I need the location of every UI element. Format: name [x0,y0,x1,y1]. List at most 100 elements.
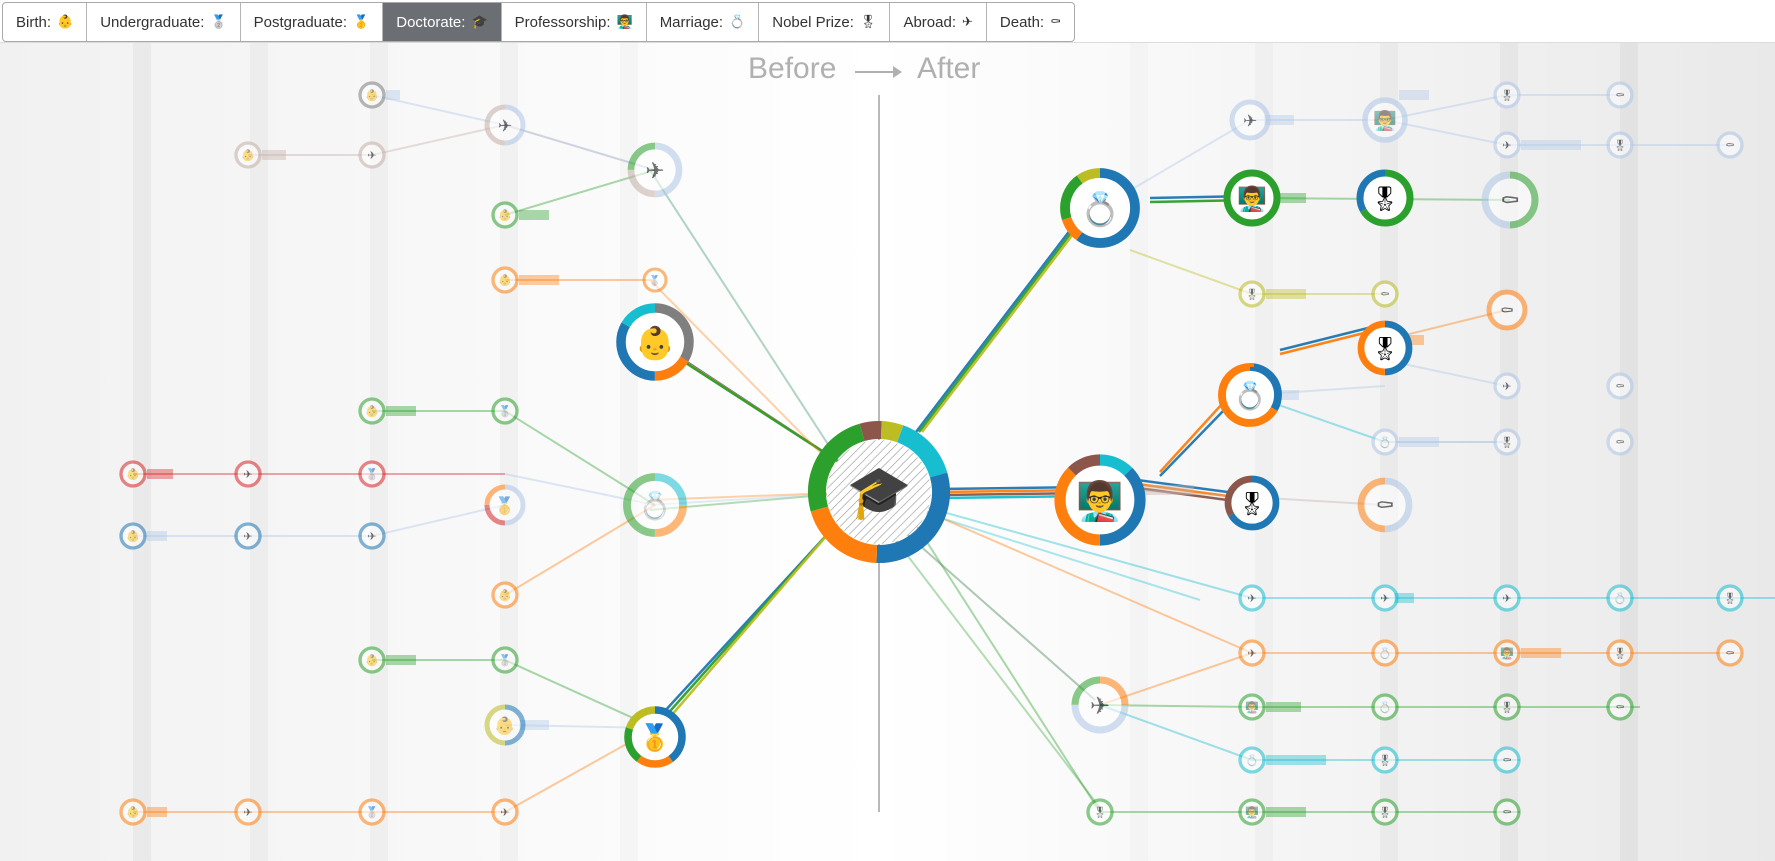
professorship-icon: 👨‍🏫 [616,14,633,29]
nobel-medal-icon: 🎖 [1500,89,1514,102]
abr-event-node[interactable]: ✈ [358,141,386,169]
birth-event-node[interactable]: 👶 [491,266,519,294]
tab-undergraduate[interactable]: Undergraduate: 🥈 [87,3,241,41]
mar-event-node[interactable]: 💍 [1371,693,1399,721]
nob-event-node[interactable]: 🎖 [1357,320,1413,376]
tab-birth[interactable]: Birth: 👶 [3,3,88,41]
mar-event-node[interactable]: 💍 [1371,428,1399,456]
baby-icon: 👶 [365,405,379,418]
mar-event-node[interactable]: 💍 [1371,639,1399,667]
silver-medal-icon: 🥈 [365,468,379,481]
abr-event-node[interactable]: ✈ [1493,372,1521,400]
prof-event-node[interactable]: 👨‍🏫 [1054,454,1146,546]
ug-event-node[interactable]: 🥈 [358,460,386,488]
abr-event-node[interactable]: ✈ [1229,99,1271,141]
abr-event-node[interactable]: ✈ [1238,639,1266,667]
mar-event-node[interactable]: 💍 [1606,584,1634,612]
silver-medal-icon: 🥈 [365,806,379,819]
mar-event-node[interactable]: 💍 [1238,746,1266,774]
birth-event-node[interactable]: 👶 [358,397,386,425]
tab-doctorate[interactable]: Doctorate: 🎓 [383,3,502,41]
dth-event-node[interactable]: ⚰ [1716,131,1744,159]
silver-medal-icon: 🥈 [498,405,512,418]
prof-event-node[interactable]: 👨‍🏫 [1238,798,1266,826]
birth-event-node[interactable]: 👶 [119,460,147,488]
nob-event-node[interactable]: 🎖 [1716,584,1744,612]
abr-event-node[interactable]: ✈ [234,798,262,826]
nob-event-node[interactable]: 🎖 [1086,798,1114,826]
abr-event-node[interactable]: ✈ [1493,584,1521,612]
coffin-icon: ⚰ [1502,806,1511,819]
abr-event-node[interactable]: ✈ [1371,584,1399,612]
tab-death[interactable]: Death: ⚰ [987,3,1074,41]
dth-event-node[interactable]: ⚰ [1481,171,1539,229]
coffin-icon: ⚰ [1615,436,1624,449]
airplane-icon: ✈ [1090,692,1110,720]
ug-event-node[interactable]: 🥈 [491,646,519,674]
mar-event-node[interactable]: 💍 [1218,363,1282,427]
dth-event-node[interactable]: ⚰ [1486,289,1528,331]
abr-event-node[interactable]: ✈ [491,798,519,826]
prof-event-node[interactable]: 👨‍🏫 [1238,693,1266,721]
nob-event-node[interactable]: 🎖 [1606,639,1634,667]
birth-event-node[interactable]: 👶 [119,522,147,550]
ug-event-node[interactable]: 🥈 [491,397,519,425]
tab-nobel prize[interactable]: Nobel Prize: 🎖 [759,3,891,41]
prof-event-node[interactable]: 👨‍🏫 [1493,639,1521,667]
gold-medal-icon: 🥇 [494,495,515,516]
tab-abroad[interactable]: Abroad: ✈ [890,3,987,41]
tab-marriage[interactable]: Marriage: 💍 [647,3,760,41]
birth-event-node[interactable]: 👶 [119,798,147,826]
birth-event-node[interactable]: 👶 [491,201,519,229]
abr-event-node[interactable]: ✈ [484,104,526,146]
nob-event-node[interactable]: 🎖 [1371,746,1399,774]
ug-event-node[interactable]: 🥈 [642,267,668,293]
nob-event-node[interactable]: 🎖 [1493,81,1521,109]
birth-event-node[interactable]: 👶 [491,581,519,609]
doctorate-icon: 🎓 [471,14,488,29]
mar-event-node[interactable]: 💍 [623,473,687,537]
abr-event-node[interactable]: ✈ [1493,131,1521,159]
prof-event-node[interactable]: 👨‍🏫 [1223,169,1281,227]
dth-event-node[interactable]: ⚰ [1606,428,1634,456]
abr-event-node[interactable]: ✈ [1238,584,1266,612]
dth-event-node[interactable]: ⚰ [1493,798,1521,826]
dth-event-node[interactable]: ⚰ [1371,280,1399,308]
abr-event-node[interactable]: ✈ [627,142,683,198]
prof-event-node[interactable]: 👨‍🏫 [1362,97,1408,143]
dth-event-node[interactable]: ⚰ [1606,81,1634,109]
event-duration-bar [147,531,167,541]
baby-icon: 👶 [498,274,512,287]
birth-event-node[interactable]: 👶 [484,704,526,746]
birth-event-node[interactable]: 👶 [358,646,386,674]
nob-event-node[interactable]: 🎖 [1606,131,1634,159]
nob-event-node[interactable]: 🎖 [1493,693,1521,721]
birth-event-node[interactable]: 👶 [616,303,694,381]
dth-event-node[interactable]: ⚰ [1606,693,1634,721]
abr-event-node[interactable]: ✈ [234,460,262,488]
mar-event-node[interactable]: 💍 [1060,168,1140,248]
nob-event-node[interactable]: 🎖 [1356,169,1414,227]
dth-event-node[interactable]: ⚰ [1606,372,1634,400]
birth-event-node[interactable]: 👶 [358,81,386,109]
dth-event-node[interactable]: ⚰ [1357,477,1413,533]
nob-event-node[interactable]: 🎖 [1224,475,1280,531]
abr-event-node[interactable]: ✈ [358,522,386,550]
tab-professorship[interactable]: Professorship: 👨‍🏫 [502,3,647,41]
nob-event-node[interactable]: 🎖 [1371,798,1399,826]
nob-event-node[interactable]: 🎖 [1238,280,1266,308]
ug-event-node[interactable]: 🥈 [358,798,386,826]
tab-postgraduate[interactable]: Postgraduate: 🥇 [241,3,384,41]
nob-event-node[interactable]: 🎖 [1493,428,1521,456]
after-label: After [917,52,981,85]
birth-event-node[interactable]: 👶 [234,141,262,169]
abr-event-node[interactable]: ✈ [1071,676,1129,734]
dth-event-node[interactable]: ⚰ [1716,639,1744,667]
nobel-medal-icon: 🎖 [1237,491,1266,517]
pg-event-node[interactable]: 🥇 [624,706,686,768]
airplane-icon: ✈ [498,116,512,136]
nobel-medal-icon: 🎖 [1370,336,1399,362]
pg-event-node[interactable]: 🥇 [484,484,526,526]
dth-event-node[interactable]: ⚰ [1493,746,1521,774]
abr-event-node[interactable]: ✈ [234,522,262,550]
